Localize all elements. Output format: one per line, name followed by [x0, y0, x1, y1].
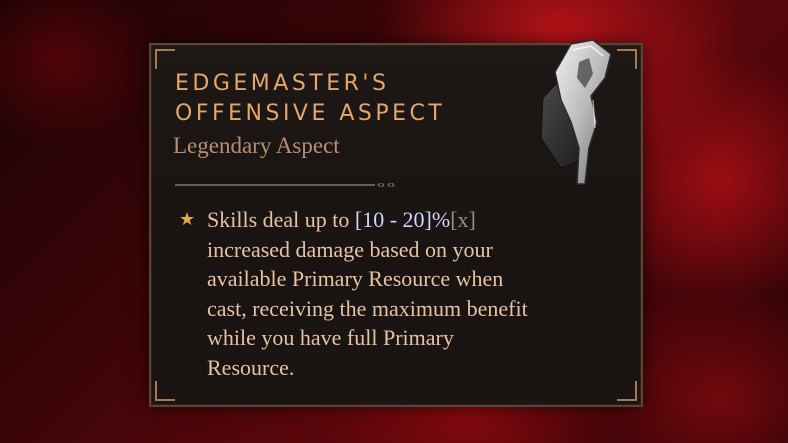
description-line-1-text: Skills deal up to [207, 207, 355, 232]
aspect-description: ★ Skills deal up to [10 - 20]%[x] increa… [179, 205, 619, 382]
axe-item-icon [540, 39, 612, 185]
aspect-title-line-2: OFFENSIVE ASPECT [175, 101, 446, 126]
description-line-6: Resource. [207, 354, 295, 380]
description-line-5: while you have full Primary [207, 325, 454, 350]
range-toggle-hint: [x] [450, 207, 476, 232]
description-line-3: available Primary Resource when [207, 266, 504, 291]
star-icon: ★ [179, 209, 196, 230]
aspect-rarity-label: Legendary Aspect [173, 133, 340, 158]
description-line-2: increased damage based on your [207, 236, 493, 262]
description-line-1: Skills deal up to [10 - 20]%[x] [207, 205, 619, 235]
description-line-4: cast, receiving the maximum benefit [207, 295, 528, 321]
frame-corner-bottom-left [155, 381, 175, 401]
frame-corner-top-left [155, 49, 175, 69]
damage-range-value: [10 - 20]% [354, 207, 451, 232]
frame-corner-bottom-right [617, 381, 637, 401]
ornamental-divider [175, 183, 395, 187]
aspect-title-line-1: EDGEMASTER'S [175, 71, 390, 96]
